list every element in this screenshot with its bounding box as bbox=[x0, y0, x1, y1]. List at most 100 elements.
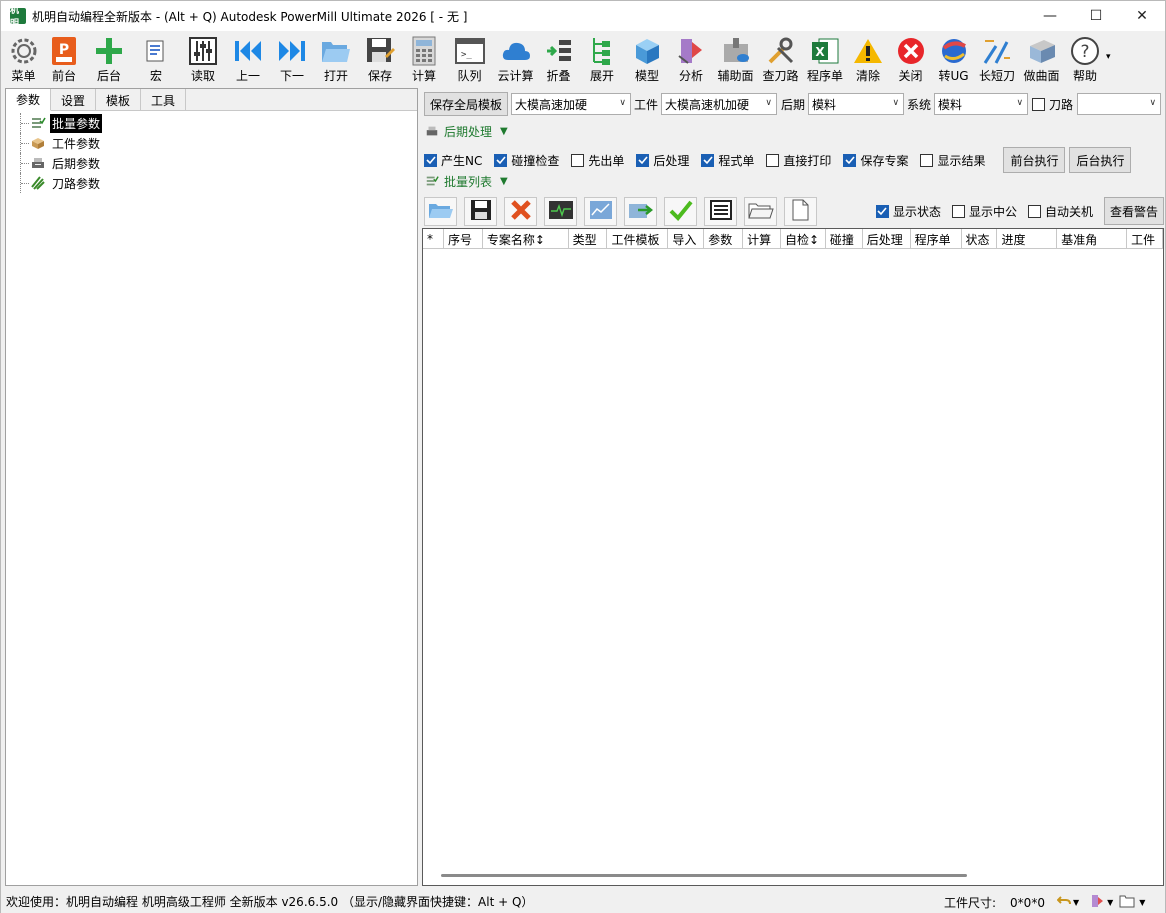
column-header[interactable]: 进度 bbox=[997, 229, 1058, 249]
option-checkbox-0[interactable]: 产生NC bbox=[424, 152, 482, 169]
tree-item-post-params[interactable]: 后期参数 bbox=[6, 153, 417, 173]
option-checkbox-5[interactable]: 直接打印 bbox=[766, 152, 831, 169]
post-section-header[interactable]: 后期处理 ▼ bbox=[424, 122, 508, 140]
option-checkbox-1[interactable]: 碰撞检查 bbox=[494, 152, 559, 169]
chart-button[interactable] bbox=[584, 196, 617, 226]
column-header[interactable]: 工件模板 bbox=[607, 229, 669, 249]
column-header[interactable]: 类型 bbox=[569, 229, 608, 249]
batch-section-header[interactable]: 批量列表 ▼ bbox=[424, 172, 508, 190]
tree-item-workpiece-params[interactable]: 工件参数 bbox=[6, 133, 417, 153]
system-combo[interactable]: 模料 ∨ bbox=[934, 93, 1029, 115]
folder-dropdown[interactable]: ▼ bbox=[1119, 894, 1145, 911]
column-header[interactable]: 专案名称↕ bbox=[483, 229, 569, 249]
toolbar-button-queue[interactable]: >_ 队列 bbox=[446, 32, 493, 84]
analysis-dropdown[interactable]: ▼ bbox=[1089, 893, 1113, 912]
toolbar-button-warning[interactable]: 清除 bbox=[847, 32, 889, 84]
toolbar-button-sliders[interactable]: 读取 bbox=[180, 32, 226, 84]
toolbar-button-collapse[interactable]: 折叠 bbox=[538, 32, 579, 84]
tab-params[interactable]: 参数 bbox=[6, 89, 52, 111]
list-view-button[interactable] bbox=[704, 196, 737, 226]
toolbar-button-close-circle[interactable]: 关闭 bbox=[889, 32, 932, 84]
toolbar-button-macro[interactable]: 宏 bbox=[132, 32, 180, 84]
toolbar-button-excel[interactable]: X 程序单 bbox=[803, 32, 847, 84]
toolbar-button-aux-surface[interactable]: 辅助面 bbox=[713, 32, 758, 84]
toolbar-button-analysis[interactable]: 分析 bbox=[669, 32, 713, 84]
toolbar-button-plus[interactable]: 后台 bbox=[86, 32, 132, 84]
horizontal-scrollbar[interactable] bbox=[441, 874, 967, 877]
auto-shutdown-checkbox[interactable]: 自动关机 bbox=[1027, 203, 1093, 220]
option-checkbox-3[interactable]: 后处理 bbox=[636, 152, 689, 169]
view-warnings-button[interactable]: 查看警告 bbox=[1104, 197, 1164, 225]
toolbar-button-surface[interactable]: 做曲面 bbox=[1019, 32, 1064, 84]
back-execute-button[interactable]: 后台执行 bbox=[1069, 147, 1132, 173]
toolbar-button-help[interactable]: ? 帮助 bbox=[1064, 32, 1106, 84]
post-combo[interactable]: 模料 ∨ bbox=[808, 93, 905, 115]
expand-triangle-icon[interactable]: ▼ bbox=[500, 126, 508, 137]
params-tree: 批量参数 工件参数 后期参数 刀路参数 bbox=[6, 111, 417, 193]
toolpath-combo[interactable]: ∨ bbox=[1077, 93, 1162, 115]
column-header[interactable]: 工件 bbox=[1127, 229, 1163, 249]
column-header[interactable]: 状态 bbox=[962, 229, 998, 249]
toolbar-button-tools[interactable]: 查刀路 bbox=[758, 32, 803, 84]
workpiece-combo[interactable]: 大模高速机加硬 ∨ bbox=[661, 93, 778, 115]
open-batch-button[interactable] bbox=[424, 196, 457, 226]
option-checkbox-4[interactable]: 程式单 bbox=[701, 152, 754, 169]
show-status-checkbox[interactable]: 显示状态 bbox=[875, 203, 941, 220]
option-checkbox-2[interactable]: 先出单 bbox=[571, 152, 624, 169]
tab-tools[interactable]: 工具 bbox=[141, 89, 187, 111]
toolbar-button-expand[interactable]: 展开 bbox=[579, 32, 625, 84]
column-header[interactable]: 导入 bbox=[668, 229, 705, 249]
toolbar-button-save[interactable]: 保存 bbox=[358, 32, 402, 84]
monitor-button[interactable] bbox=[544, 196, 577, 226]
column-header[interactable]: 参数 bbox=[704, 229, 744, 249]
tree-item-toolpath-params[interactable]: 刀路参数 bbox=[6, 173, 417, 193]
option-checkbox-6[interactable]: 保存专案 bbox=[843, 152, 908, 169]
export-button[interactable] bbox=[624, 196, 657, 226]
export-arrow-icon bbox=[628, 200, 654, 223]
column-header[interactable]: 后处理 bbox=[863, 229, 911, 249]
toolpath-checkbox[interactable]: 刀路 bbox=[1032, 96, 1073, 113]
chevron-down-icon: ∨ bbox=[765, 98, 773, 108]
toolbar-button-cloud[interactable]: 云计算 bbox=[493, 32, 538, 84]
delete-batch-button[interactable] bbox=[504, 196, 537, 226]
minimize-button[interactable]: — bbox=[1027, 1, 1073, 31]
toolbar-button-gear[interactable]: 菜单 bbox=[5, 32, 42, 84]
save-global-template-button[interactable]: 保存全局模板 bbox=[424, 92, 508, 116]
tab-templates[interactable]: 模板 bbox=[96, 89, 142, 111]
toolbar-button-tool-length[interactable]: 长短刀 bbox=[975, 32, 1019, 84]
undo-dropdown[interactable]: ▼ bbox=[1056, 894, 1079, 911]
column-header[interactable]: 序号 bbox=[444, 229, 483, 249]
save-icon bbox=[470, 199, 492, 224]
option-checkbox-7[interactable]: 显示结果 bbox=[920, 152, 985, 169]
tree-item-batch-params[interactable]: 批量参数 bbox=[6, 113, 417, 133]
column-header[interactable]: 自检↕ bbox=[781, 229, 826, 249]
toolbar-overflow-icon[interactable]: ▾ bbox=[1106, 32, 1118, 84]
option-label: 后处理 bbox=[653, 153, 690, 168]
save-batch-button[interactable] bbox=[464, 196, 497, 226]
front-execute-button[interactable]: 前台执行 bbox=[1003, 147, 1066, 173]
tab-settings[interactable]: 设置 bbox=[51, 89, 97, 111]
toolbar-button-folder-open[interactable]: 打开 bbox=[314, 32, 358, 84]
toolbar-button-previous[interactable]: 上一 bbox=[226, 32, 270, 84]
show-center-checkbox[interactable]: 显示中公 bbox=[951, 203, 1017, 220]
column-header[interactable]: 程序单 bbox=[911, 229, 962, 249]
confirm-button[interactable] bbox=[664, 196, 697, 226]
toolbar-button-calculator[interactable]: 计算 bbox=[402, 32, 446, 84]
column-header[interactable]: 基准角 bbox=[1057, 229, 1128, 249]
copy-button[interactable] bbox=[784, 196, 817, 226]
toolbar-button-ug[interactable]: 转UG bbox=[932, 32, 975, 84]
column-header[interactable]: * bbox=[423, 229, 444, 249]
template-combo[interactable]: 大模高速加硬 ∨ bbox=[511, 93, 631, 115]
toolbar-button-label: 转UG bbox=[938, 69, 969, 83]
toolbar-button-next[interactable]: 下一 bbox=[270, 32, 314, 84]
open-folder-button[interactable] bbox=[744, 196, 777, 226]
close-window-button[interactable]: ✕ bbox=[1119, 1, 1165, 31]
column-header[interactable]: 计算 bbox=[743, 229, 782, 249]
title-bar[interactable]: 机明 机明自动编程全新版本 - (Alt + Q) Autodesk Power… bbox=[1, 1, 1165, 31]
maximize-button[interactable]: ☐ bbox=[1073, 1, 1119, 31]
expand-triangle-icon[interactable]: ▼ bbox=[500, 176, 508, 187]
checkbox-box bbox=[701, 153, 715, 167]
column-header[interactable]: 碰撞 bbox=[826, 229, 863, 249]
toolbar-button-cube[interactable]: 模型 bbox=[625, 32, 669, 84]
toolbar-button-powermill[interactable]: P 前台 bbox=[42, 32, 86, 84]
